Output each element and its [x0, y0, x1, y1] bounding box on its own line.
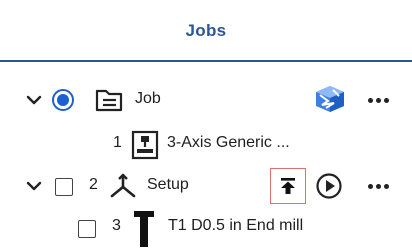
tree-item-label: Setup: [147, 176, 189, 193]
more-icon[interactable]: [368, 184, 389, 189]
panel-title: Jobs: [185, 21, 227, 40]
tree-item-label: Job: [135, 90, 161, 107]
folder-document-icon: [95, 89, 123, 112]
tree-item-number: 3: [112, 217, 121, 234]
play-icon[interactable]: [315, 172, 343, 200]
tree-row-machine[interactable]: 1 3-Axis Generic ...: [0, 122, 412, 166]
tree-row-tool[interactable]: 3 T1 D0.5 in End mill: [0, 205, 412, 249]
setup-checkbox[interactable]: [55, 178, 73, 196]
tree-row-setup[interactable]: 2 Setup: [0, 164, 412, 208]
header-divider: [0, 60, 412, 62]
stock-model-icon[interactable]: [314, 84, 346, 114]
more-icon[interactable]: [368, 98, 389, 103]
post-process-icon: [281, 178, 295, 194]
tree-item-label: T1 D0.5 in End mill: [168, 217, 304, 234]
chevron-down-icon[interactable]: [26, 94, 42, 106]
tree-item-number: 1: [113, 134, 122, 151]
axes-icon: [110, 173, 136, 198]
active-job-radio[interactable]: [52, 89, 74, 111]
tree-row-job[interactable]: Job: [0, 78, 412, 122]
machine-icon: [131, 130, 159, 160]
end-mill-tool-icon: [134, 211, 154, 247]
post-process-button[interactable]: [270, 168, 306, 204]
tool-checkbox[interactable]: [78, 220, 96, 238]
tree-item-label: 3-Axis Generic ...: [167, 134, 290, 151]
tree-item-number: 2: [89, 176, 98, 193]
chevron-down-icon[interactable]: [26, 180, 42, 192]
